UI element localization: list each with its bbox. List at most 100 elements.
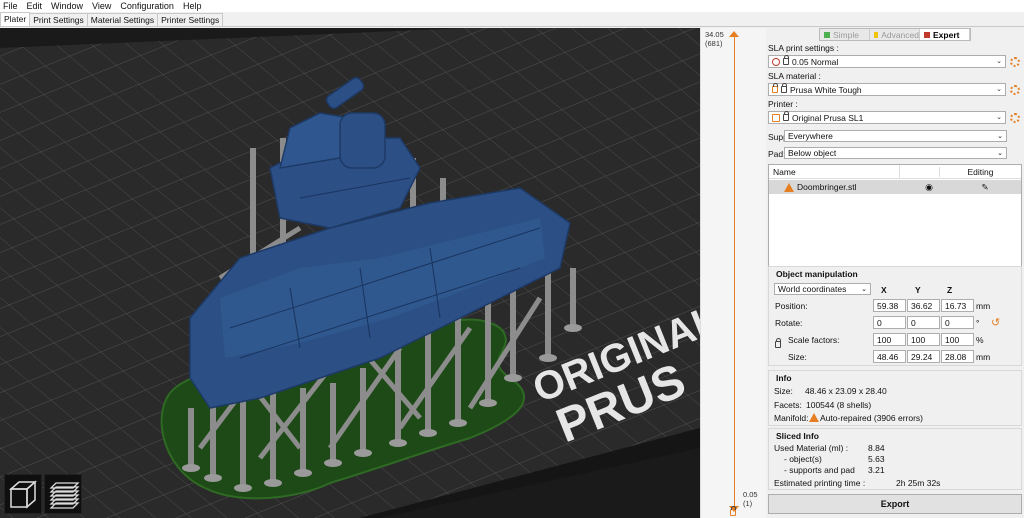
material-gear-icon[interactable]	[1010, 85, 1020, 95]
size-unit: mm	[976, 352, 991, 362]
upper-thumb[interactable]	[729, 30, 739, 38]
print-settings-label: SLA print settings :	[768, 43, 839, 53]
axis-y-label: Y	[915, 285, 921, 295]
lock-icon	[783, 55, 789, 65]
mode-expert-label: Expert	[933, 29, 960, 40]
sliced-info-section: Sliced Info Used Material (ml) : 8.84 - …	[768, 428, 1022, 490]
lock-icon	[783, 111, 789, 121]
tab-material-settings[interactable]: Material Settings	[86, 13, 159, 26]
chevron-down-icon: ⌄	[996, 86, 1002, 93]
preview-layers-button[interactable]	[44, 474, 82, 514]
menu-window[interactable]: Window	[51, 1, 83, 11]
axis-z-label: Z	[947, 285, 953, 295]
printer-select[interactable]: Original Prusa SL1 ⌄	[768, 111, 1006, 124]
menu-file[interactable]: File	[3, 1, 18, 11]
objects-value: 5.63	[868, 454, 885, 464]
pad-label: Pad:	[768, 149, 786, 159]
material-select[interactable]: Prusa White Tough ⌄	[768, 83, 1006, 96]
editing-column-header[interactable]: Editing	[939, 166, 1021, 177]
scale-unit: %	[976, 335, 984, 345]
visibility-column-header[interactable]	[899, 165, 939, 178]
size-x-input[interactable]: 48.46	[873, 350, 906, 363]
layer-slider-track[interactable]	[734, 36, 735, 508]
warning-icon	[784, 182, 794, 192]
chevron-down-icon: ⌄	[996, 114, 1002, 121]
lock-icon[interactable]	[730, 506, 736, 518]
position-y-input[interactable]: 36.62	[907, 299, 940, 312]
export-button[interactable]: Export	[768, 494, 1022, 514]
tab-print-settings[interactable]: Print Settings	[29, 13, 88, 26]
lock-icon[interactable]	[775, 338, 781, 350]
info-manifold-value: Auto-repaired (3906 errors)	[820, 413, 923, 423]
chevron-down-icon: ⌄	[996, 58, 1002, 65]
material-label: SLA material :	[768, 71, 821, 81]
menu-bar: File Edit Window View Configuration Help	[0, 0, 1024, 12]
layer-slider-bottom-label: 0.05 (1)	[743, 490, 758, 508]
supports-value: Everywhere	[788, 131, 833, 141]
rotate-x-input[interactable]: 0	[873, 316, 906, 329]
used-material-value: 8.84	[868, 443, 885, 453]
pad-select[interactable]: Below object ⌄	[784, 147, 1007, 159]
print-settings-gear-icon[interactable]	[1010, 57, 1020, 67]
position-z-input[interactable]: 16.73	[941, 299, 974, 312]
scale-y-input[interactable]: 100	[907, 333, 940, 346]
mode-advanced-button[interactable]: Advanced	[870, 29, 920, 40]
top-layer-value: (681)	[705, 39, 723, 48]
rotate-z-input[interactable]: 0	[941, 316, 974, 329]
scale-label: Scale factors:	[788, 335, 840, 345]
cube-icon	[9, 480, 37, 509]
position-x-input[interactable]: 59.38	[873, 299, 906, 312]
lock-icon	[772, 83, 778, 93]
size-y-input[interactable]: 29.24	[907, 350, 940, 363]
3d-viewport[interactable]: ORIGINAL PRUS	[0, 28, 700, 518]
object-manipulation-title: Object manipulation	[776, 269, 858, 279]
mode-simple-button[interactable]: Simple	[820, 29, 870, 40]
pad-value: Below object	[788, 148, 837, 158]
menu-view[interactable]: View	[92, 1, 111, 11]
tab-printer-settings[interactable]: Printer Settings	[157, 13, 224, 26]
object-name: Doombringer.stl	[797, 182, 857, 192]
mode-advanced-label: Advanced	[881, 29, 919, 40]
supports-pad-value: 3.21	[868, 465, 885, 475]
scale-x-input[interactable]: 100	[873, 333, 906, 346]
rotate-label: Rotate:	[775, 318, 803, 328]
lock-icon	[781, 83, 787, 93]
eye-icon[interactable]: ◉	[909, 182, 949, 193]
size-z-input[interactable]: 28.08	[941, 350, 974, 363]
mode-simple-label: Simple	[833, 29, 859, 40]
menu-edit[interactable]: Edit	[27, 1, 43, 11]
reset-rotation-icon[interactable]: ↺	[991, 316, 1000, 329]
size-label: Size:	[788, 352, 807, 362]
mode-switch: Simple Advanced Expert	[819, 28, 971, 41]
mode-expert-swatch	[924, 31, 930, 38]
coordinate-system-select[interactable]: World coordinates ⌄	[774, 283, 871, 295]
chevron-down-icon: ⌄	[861, 286, 867, 293]
printer-value: Original Prusa SL1	[792, 112, 864, 123]
position-label: Position:	[775, 301, 808, 311]
tab-plater[interactable]: Plater	[0, 12, 31, 26]
printer-label: Printer :	[768, 99, 798, 109]
print-settings-select[interactable]: 0.05 Normal ⌄	[768, 55, 1006, 68]
mode-expert-button[interactable]: Expert	[920, 29, 970, 40]
printer-gear-icon[interactable]	[1010, 113, 1020, 123]
warning-icon	[809, 413, 819, 424]
menu-configuration[interactable]: Configuration	[120, 1, 174, 11]
material-value: Prusa White Tough	[790, 84, 862, 95]
object-manipulation-section: Object manipulation World coordinates ⌄ …	[768, 266, 1022, 366]
rotate-y-input[interactable]: 0	[907, 316, 940, 329]
3d-view-button[interactable]	[4, 474, 42, 514]
mode-advanced-swatch	[874, 31, 879, 38]
name-column-header[interactable]: Name	[769, 167, 899, 177]
top-height-value: 34.05	[705, 30, 724, 39]
scene-render: ORIGINAL PRUS	[0, 28, 700, 518]
print-time-label: Estimated printing time :	[774, 478, 866, 488]
used-material-label: Used Material (ml) :	[774, 443, 849, 453]
menu-help[interactable]: Help	[183, 1, 202, 11]
chevron-down-icon: ⌄	[997, 150, 1003, 157]
supports-select[interactable]: Everywhere ⌄	[784, 130, 1007, 142]
info-size-label: Size:	[774, 386, 793, 396]
object-row[interactable]: Doombringer.stl ◉ ✎	[769, 180, 1021, 194]
rotate-unit: °	[976, 318, 980, 328]
edit-icon[interactable]: ✎	[949, 182, 1021, 193]
scale-z-input[interactable]: 100	[941, 333, 974, 346]
